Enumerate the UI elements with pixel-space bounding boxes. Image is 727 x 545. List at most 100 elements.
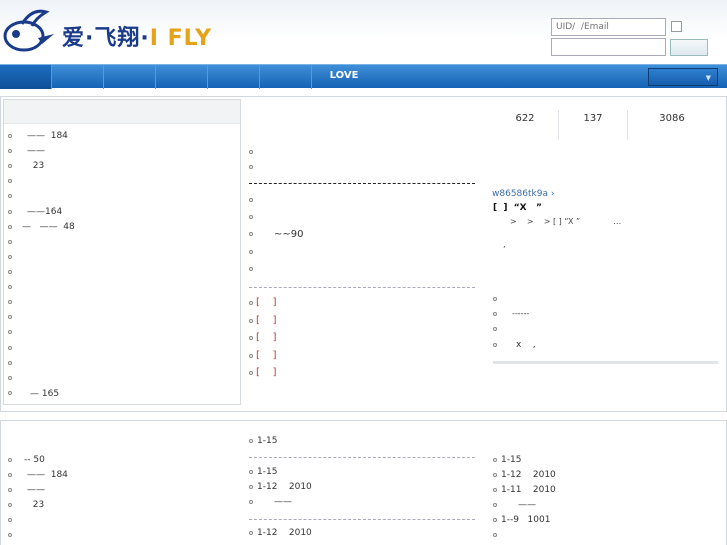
story-breadcrumb: > > > [ ] “X ” … [510,217,622,226]
bullet-icon [249,267,253,271]
logo-text: 爱·飞翔·I FLY [62,20,212,52]
story-title[interactable]: [ ] “X ” [493,203,542,213]
bullet-icon [8,391,12,395]
bullet-icon [8,361,12,365]
top-panel [0,96,727,412]
bullet-icon [249,215,253,219]
story-username[interactable]: w86586tk9a › [492,189,554,199]
list-item[interactable]: —— [274,496,292,508]
list-item[interactable]: ——164 [27,206,62,218]
nav-item-3[interactable] [104,65,156,89]
bullet-icon [493,458,497,462]
bottom-panel [0,420,727,545]
bullet-icon [493,533,497,537]
bullet-icon [249,232,253,236]
bullet-icon [249,150,253,154]
bullet-icon [493,297,497,301]
nav-item-1[interactable] [0,65,52,89]
divider [627,110,628,140]
list-item[interactable]: 1-11 2010 [501,484,556,496]
bullet-icon [249,165,253,169]
list-item[interactable]: 1-15 [257,435,277,447]
bullet-icon [249,531,253,535]
login-button[interactable] [670,39,708,56]
logo-english: I FLY [149,26,213,51]
bullet-icon [249,198,253,202]
list-item[interactable]: x , [516,339,536,351]
bullet-icon [249,250,253,254]
list-item[interactable]: —— 184 [27,469,68,481]
list-item[interactable]: [ ] [256,315,277,327]
bullet-icon [8,518,12,522]
list-item[interactable]: -- 50 [24,454,45,466]
uid-email-input[interactable] [551,18,666,36]
nav-dropdown[interactable]: ▼ [648,68,718,86]
bullet-icon [8,458,12,462]
bullet-icon [249,319,253,323]
list-item[interactable]: —— [27,484,45,496]
nav-item-2[interactable] [52,65,104,89]
bullet-icon [493,488,497,492]
bullet-icon [8,179,12,183]
list-item[interactable]: 1-15 [501,454,521,466]
separator [249,287,475,288]
nav-item-4[interactable] [156,65,208,89]
bullet-icon [8,376,12,380]
list-item[interactable]: —— 184 [27,130,68,142]
list-item[interactable]: [ ] [256,367,277,379]
bullet-icon [493,473,497,477]
list-item[interactable]: [ ] [256,350,277,362]
bullet-icon [8,488,12,492]
bullet-icon [8,240,12,244]
bullet-icon [8,134,12,138]
bullet-icon [493,327,497,331]
left-box-header [4,100,240,124]
list-item[interactable]: — 165 [30,388,59,400]
bullet-icon [249,470,253,474]
story-text: ’ [503,245,506,254]
list-item[interactable]: 1-12 2010 [501,469,556,481]
bullet-icon [8,300,12,304]
list-item[interactable]: 1-12 2010 [257,527,312,539]
stat-value: 622 [515,113,535,124]
list-item[interactable]: 23 [27,499,44,511]
separator [249,457,475,458]
list-item[interactable]: 1--9 1001 [501,514,550,526]
bullet-icon [8,194,12,198]
nav-item-6[interactable] [260,65,312,89]
bullet-icon [8,255,12,259]
list-item[interactable]: 23 [27,160,44,172]
bullet-icon [249,500,253,504]
bullet-icon [8,210,12,214]
separator [249,519,475,520]
bullet-icon [249,336,253,340]
list-item[interactable]: ~~90 [274,229,303,241]
list-item[interactable]: [ ] [256,297,277,309]
list-item[interactable]: [ ] [256,332,277,344]
logo-chinese: 爱·飞翔· [62,26,150,51]
bullet-icon [493,312,497,316]
bullet-icon [8,149,12,153]
bullet-icon [493,343,497,347]
list-item[interactable]: 1-15 [257,466,277,478]
site-logo[interactable]: 爱·飞翔·I FLY [2,6,228,58]
bullet-icon [249,439,253,443]
bullet-icon [8,503,12,507]
bullet-icon [249,485,253,489]
password-input[interactable] [551,38,666,56]
nav-item-5[interactable] [208,65,260,89]
list-item[interactable]: —— [518,499,536,511]
bullet-icon [493,518,497,522]
list-item[interactable]: 1-12 2010 [257,481,312,493]
main-nav: LOVE ▼ [0,64,727,89]
nav-item-love[interactable]: LOVE [320,65,368,89]
list-item[interactable]: ------ [512,308,529,320]
remember-checkbox[interactable] [671,21,682,32]
list-item[interactable]: — —— 48 [22,221,75,233]
divider [558,110,559,140]
bullet-icon [8,315,12,319]
list-item[interactable]: —— [27,145,45,157]
bullet-icon [8,270,12,274]
bullet-icon [8,330,12,334]
bullet-icon [493,503,497,507]
